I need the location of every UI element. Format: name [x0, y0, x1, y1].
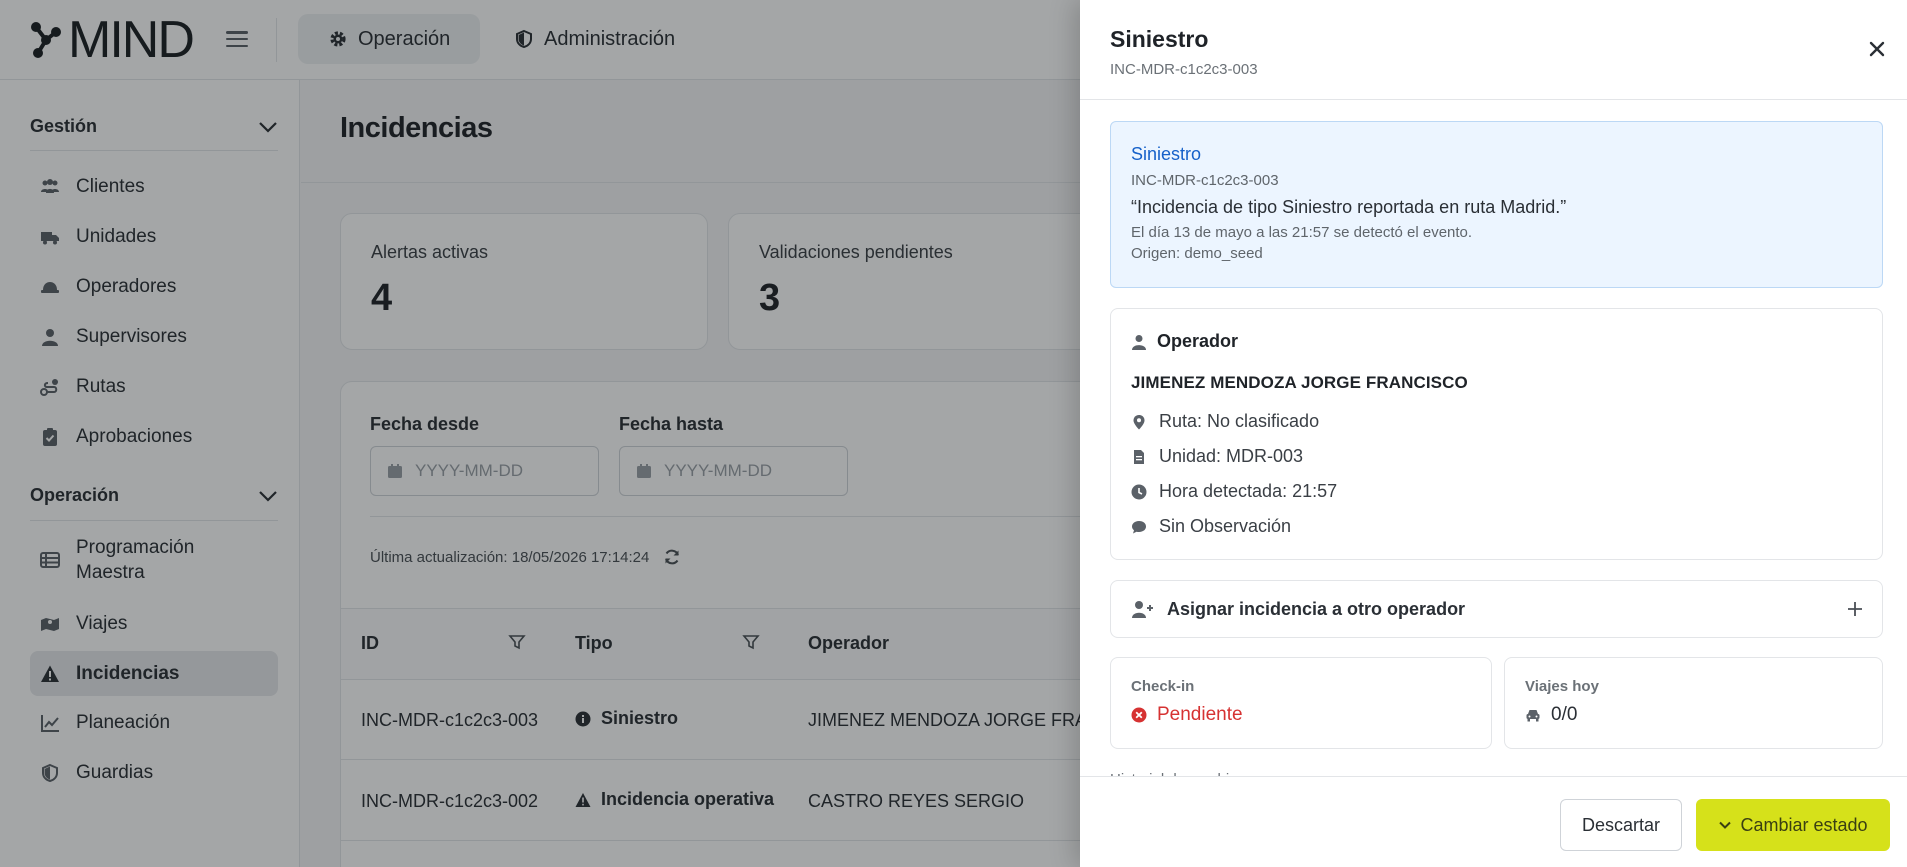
operator-name: JIMENEZ MENDOZA JORGE FRANCISCO [1131, 373, 1468, 392]
assign-operator-button[interactable]: Asignar incidencia a otro operador [1110, 580, 1883, 638]
change-state-button[interactable]: Cambiar estado [1696, 799, 1890, 851]
file-icon [1134, 449, 1144, 464]
checkin-label: Check-in [1131, 678, 1195, 695]
drawer-title: Siniestro [1110, 26, 1209, 52]
incident-detail-drawer: Siniestro INC-MDR-c1c2c3-003 Siniestro I… [1080, 0, 1907, 867]
discard-button[interactable]: Descartar [1560, 799, 1682, 851]
close-icon[interactable] [1868, 40, 1886, 58]
operator-detected-time: Hora detectada: 21:57 [1131, 481, 1337, 502]
user-plus-icon [1132, 601, 1153, 618]
operator-observation-text: Sin Observación [1159, 516, 1292, 536]
assign-label: Asignar incidencia a otro operador [1167, 598, 1466, 619]
chevron-down-icon [1719, 821, 1732, 829]
clock-icon [1131, 484, 1147, 499]
operator-unit-text: Unidad: MDR-003 [1159, 446, 1304, 466]
comment-icon [1132, 520, 1146, 533]
operator-observation: Sin Observación [1131, 516, 1291, 537]
trips-today-card: Viajes hoy 0/0 [1504, 657, 1883, 749]
summary-origin: Origen: demo_seed [1131, 245, 1263, 262]
drawer-header: Siniestro INC-MDR-c1c2c3-003 [1080, 0, 1907, 100]
operator-heading-label: Operador [1157, 331, 1239, 351]
summary-detected: El día 13 de mayo a las 21:57 se detectó… [1131, 224, 1473, 241]
drawer-subtitle: INC-MDR-c1c2c3-003 [1110, 61, 1258, 78]
operator-card: Operador JIMENEZ MENDOZA JORGE FRANCISCO… [1110, 308, 1883, 560]
trips-value-text: 0/0 [1551, 704, 1578, 725]
operator-time-text: Hora detectada: 21:57 [1159, 481, 1338, 501]
checkin-card: Check-in Pendiente [1110, 657, 1492, 749]
trips-label: Viajes hoy [1525, 678, 1599, 695]
operator-unit: Unidad: MDR-003 [1131, 446, 1303, 467]
checkin-status-text: Pendiente [1157, 704, 1243, 725]
drawer-footer: Descartar Cambiar estado [1080, 776, 1907, 867]
map-pin-icon [1133, 414, 1145, 429]
incident-summary: Siniestro INC-MDR-c1c2c3-003 “Incidencia… [1110, 121, 1883, 288]
summary-code: INC-MDR-c1c2c3-003 [1131, 172, 1279, 189]
change-state-label: Cambiar estado [1740, 814, 1868, 835]
car-icon [1526, 710, 1540, 722]
operator-route-text: Ruta: No clasificado [1159, 411, 1320, 431]
summary-description: “Incidencia de tipo Siniestro reportada … [1131, 197, 1567, 217]
plus-icon [1848, 602, 1862, 616]
summary-title: Siniestro [1131, 144, 1202, 164]
operator-route: Ruta: No clasificado [1131, 411, 1319, 432]
checkin-status: Pendiente [1131, 704, 1471, 726]
user-icon [1132, 334, 1146, 350]
x-circle-icon [1131, 707, 1147, 723]
operator-heading: Operador [1131, 331, 1238, 352]
trips-value: 0/0 [1525, 704, 1862, 726]
